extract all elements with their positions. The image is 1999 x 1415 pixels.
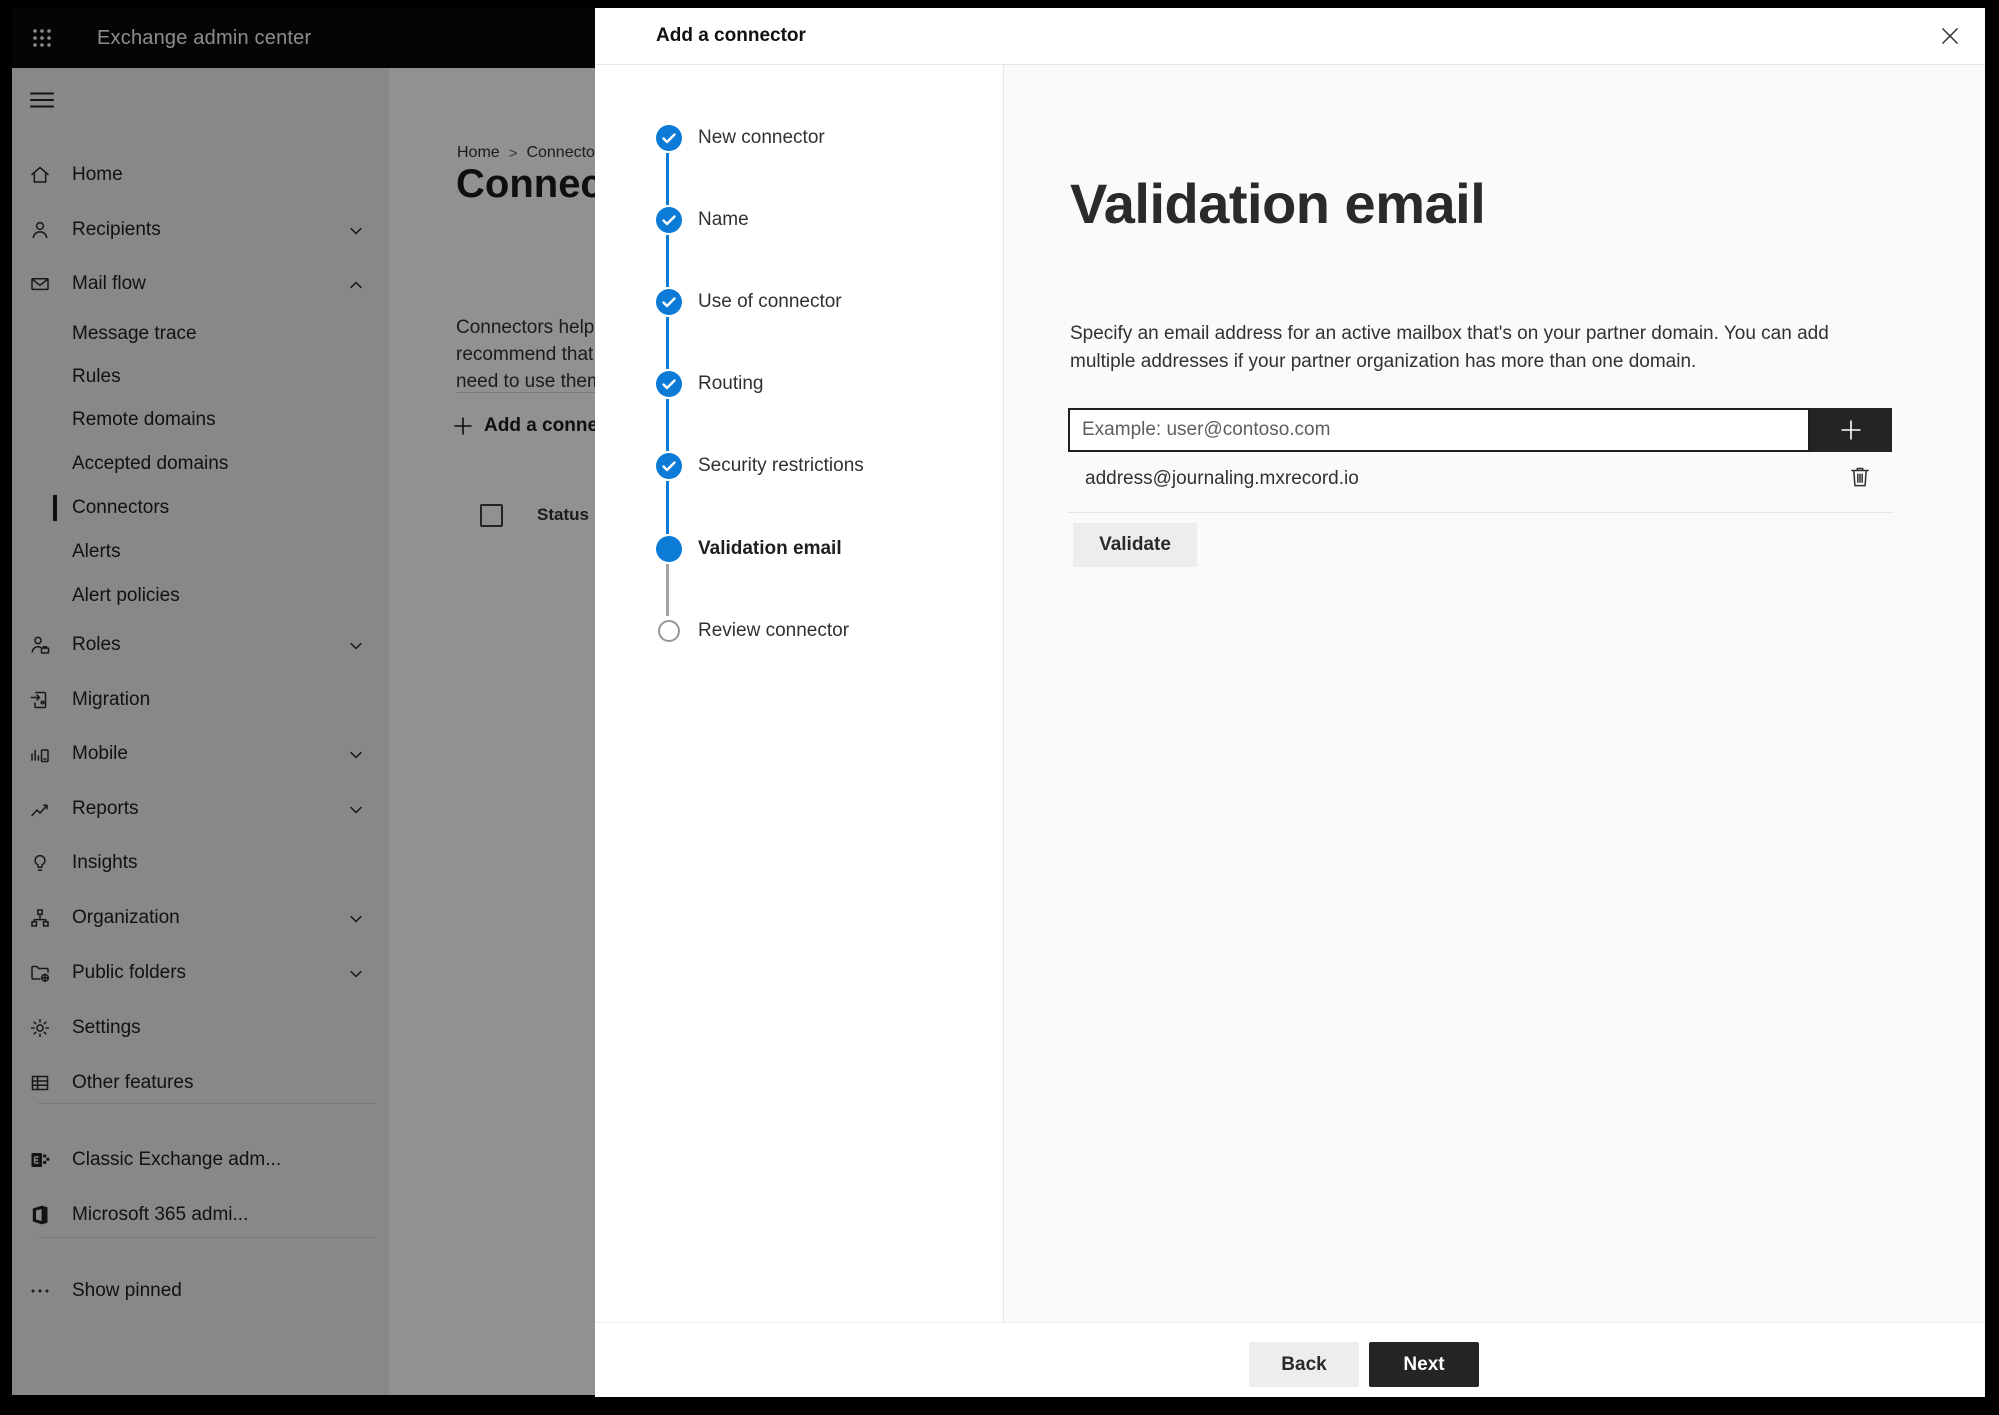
step-review-connector[interactable]: Review connector	[595, 618, 1003, 644]
step-connector-line	[666, 481, 669, 534]
add-email-button[interactable]	[1810, 408, 1892, 452]
step-use-of-connector[interactable]: Use of connector	[595, 289, 1003, 315]
step-new-connector[interactable]: New connector	[595, 125, 1003, 151]
step-routing[interactable]: Routing	[595, 371, 1003, 397]
step-current-icon	[656, 536, 682, 562]
step-security-restrictions[interactable]: Security restrictions	[595, 453, 1003, 479]
screenshot-root: Exchange admin center Home Recipients Ma…	[0, 0, 1999, 1415]
step-connector-line	[666, 399, 669, 451]
step-connector-line	[666, 317, 669, 369]
step-validation-email[interactable]: Validation email	[595, 536, 1003, 562]
divider	[1068, 512, 1894, 513]
step-connector-line	[666, 564, 669, 616]
validation-description-line: multiple addresses if your partner organ…	[1070, 351, 1697, 372]
next-button[interactable]: Next	[1369, 1342, 1479, 1387]
wizard-stepper	[595, 65, 1004, 1322]
step-completed-icon	[656, 453, 682, 479]
validation-email-input[interactable]	[1068, 408, 1810, 452]
delete-email-button[interactable]	[1847, 464, 1873, 490]
step-connector-line	[666, 235, 669, 287]
step-completed-icon	[656, 289, 682, 315]
added-email-address: address@journaling.mxrecord.io	[1085, 468, 1359, 489]
step-upcoming-icon	[658, 620, 680, 642]
validation-description-line: Specify an email address for an active m…	[1070, 323, 1829, 344]
step-completed-icon	[656, 371, 682, 397]
step-completed-icon	[656, 125, 682, 151]
back-button[interactable]: Back	[1249, 1342, 1359, 1387]
step-completed-icon	[656, 207, 682, 233]
step-connector-line	[666, 153, 669, 205]
plus-icon	[1841, 420, 1861, 440]
dialog-title: Add a connector	[656, 25, 806, 46]
validation-email-heading: Validation email	[1070, 172, 1486, 235]
dialog-header: Add a connector	[595, 8, 1985, 65]
dialog-content-background	[1004, 65, 1985, 1322]
step-name[interactable]: Name	[595, 207, 1003, 233]
close-icon[interactable]	[1939, 25, 1961, 47]
add-connector-dialog: Add a connector New connector Name Use o…	[595, 8, 1985, 1397]
validate-button[interactable]: Validate	[1073, 523, 1197, 567]
trash-icon	[1851, 467, 1869, 487]
